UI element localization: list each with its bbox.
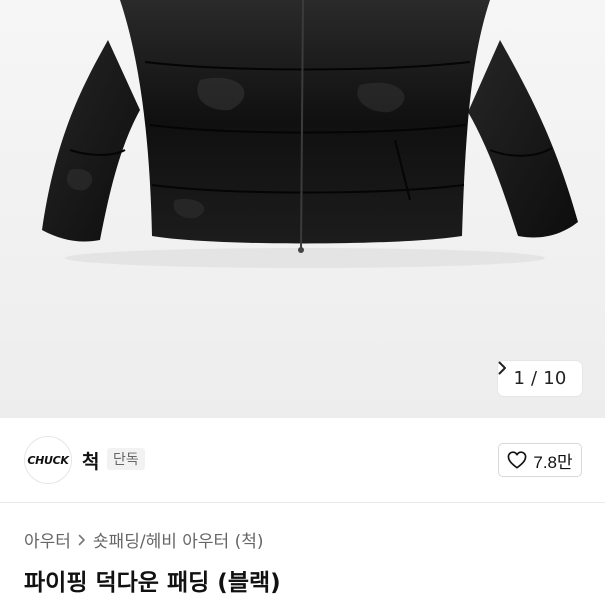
puffer-jacket-image [42, 0, 578, 268]
chevron-right-icon [78, 534, 85, 545]
heart-icon [507, 451, 527, 469]
brand-row: CHUCK 척 단독 7.8만 [0, 418, 605, 503]
exclusive-badge: 단독 [107, 448, 145, 470]
image-counter-text: 1 / 10 [513, 368, 567, 389]
product-page: 1 / 10 CHUCK 척 단독 7.8만 아우터 숏패딩/헤비 아우터 (척… [0, 0, 605, 605]
brand-logo[interactable]: CHUCK [24, 436, 72, 484]
brand-name[interactable]: 척 [82, 447, 99, 474]
like-button[interactable]: 7.8만 [498, 443, 582, 477]
brand-logo-text: CHUCK [27, 453, 69, 467]
product-title: 파이핑 덕다운 패딩 (블랙) [24, 570, 281, 596]
breadcrumb: 아우터 숏패딩/헤비 아우터 (척) [24, 527, 263, 552]
image-counter[interactable]: 1 / 10 [498, 361, 582, 396]
like-count: 7.8만 [533, 452, 573, 472]
product-image-gallery[interactable]: 1 / 10 [0, 0, 605, 418]
breadcrumb-item-short-padding[interactable]: 숏패딩/헤비 아우터 (척) [93, 527, 264, 552]
breadcrumb-item-outer[interactable]: 아우터 [24, 527, 71, 552]
chevron-right-icon [498, 361, 506, 375]
